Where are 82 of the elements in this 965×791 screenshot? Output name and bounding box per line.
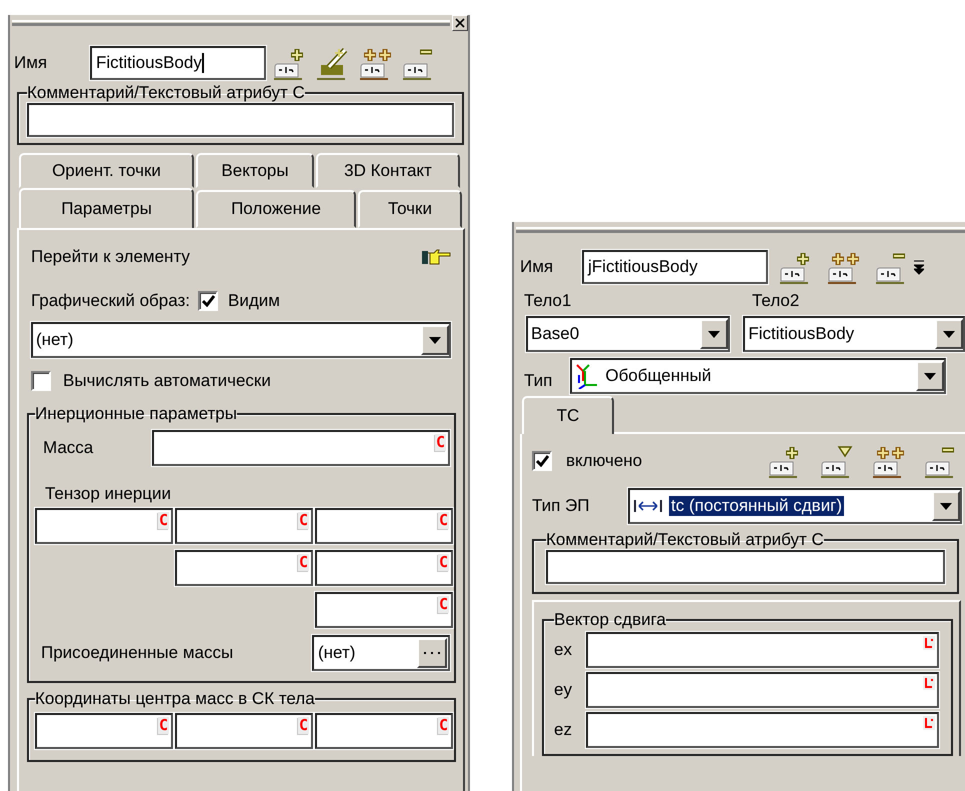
checkbox[interactable]: [198, 291, 218, 311]
marker-icon: [923, 636, 935, 650]
pointing-hand-icon[interactable]: [421, 249, 451, 265]
down-arrow-icon: [819, 445, 855, 479]
marker-icon: [923, 716, 935, 730]
browse-button[interactable]: [417, 638, 447, 668]
field-marker: C: [438, 596, 449, 613]
group-title: Инерционные параметры: [35, 404, 237, 424]
dropdown-button[interactable]: [700, 319, 728, 349]
dropdown[interactable]: FictitiousBody: [743, 316, 965, 352]
double-down-arrow-icon[interactable]: [914, 259, 924, 275]
text-field[interactable]: [586, 632, 939, 668]
tab[interactable]: ТС: [522, 396, 614, 434]
comment-field[interactable]: [27, 103, 454, 137]
mass-label: Масса: [43, 438, 94, 458]
dropdown[interactable]: tc (постоянный сдвиг): [628, 488, 962, 524]
field-marker: C: [434, 434, 446, 451]
name-field[interactable]: FictitiousBody: [90, 46, 266, 80]
caret-icon: [940, 502, 952, 510]
field-marker: C: [438, 512, 449, 529]
caret-icon: [924, 372, 936, 380]
go-to-element-link[interactable]: Перейти к элементу: [31, 247, 190, 267]
double-plus-icon: [358, 47, 394, 81]
name-label: Имя: [520, 257, 554, 277]
dropdown[interactable]: Обобщенный: [570, 358, 946, 394]
field-marker: C: [158, 512, 169, 529]
close-button[interactable]: [452, 15, 468, 31]
double-plus-icon: [826, 251, 862, 285]
comment-field[interactable]: [546, 550, 945, 584]
check-icon: [536, 455, 548, 467]
field-marker: C: [438, 554, 449, 571]
dropdown[interactable]: Base0: [526, 316, 730, 352]
tab[interactable]: Положение: [196, 190, 356, 228]
tab[interactable]: 3D Контакт: [316, 153, 460, 188]
body2-label: Тело2: [752, 291, 800, 311]
checkbox-label: Видим: [228, 291, 280, 311]
tab[interactable]: Векторы: [196, 153, 314, 188]
axis-label: ez: [554, 720, 573, 740]
group-title: Вектор сдвига: [554, 610, 666, 630]
group-title: Комментарий/Текстовый атрибут C: [27, 83, 305, 103]
ellipsis-icon: [423, 651, 441, 655]
field-marker: C: [158, 717, 169, 734]
tab[interactable]: Точки: [358, 190, 462, 228]
checkbox-label: включено: [566, 451, 642, 471]
double-arrow-icon: [633, 499, 663, 513]
type-label: Тип: [524, 371, 552, 391]
dropdown-button[interactable]: [421, 325, 449, 355]
field-marker: C: [438, 717, 449, 734]
dropdown-button[interactable]: [932, 491, 960, 521]
group-title: Комментарий/Текстовый атрибут C: [546, 530, 824, 550]
tab[interactable]: Ориент. точки: [19, 153, 194, 188]
double-plus-icon: [871, 445, 907, 479]
marker-icon: [923, 676, 935, 690]
checkbox[interactable]: [31, 371, 51, 391]
field-marker: C: [298, 554, 309, 571]
attached-masses-label: Присоединенные массы: [41, 643, 234, 663]
checkbox[interactable]: [532, 451, 552, 471]
dropdown-button[interactable]: [916, 361, 944, 391]
caret-icon: [708, 330, 720, 338]
text-field[interactable]: [586, 712, 939, 748]
axis-label: ex: [554, 640, 573, 660]
checkbox-label: Вычислять автоматически: [63, 371, 271, 391]
dropdown-button[interactable]: [935, 319, 963, 349]
attached-masses-field[interactable]: (нет): [312, 635, 450, 671]
tab[interactable]: Параметры: [19, 188, 194, 228]
ep-type-label: Тип ЭП: [532, 496, 590, 516]
field-marker: C: [298, 717, 309, 734]
axes-icon: [575, 363, 600, 389]
graphic-label: Графический образ:: [31, 291, 190, 311]
tensor-label: Тензор инерции: [45, 484, 172, 504]
field-marker: C: [298, 512, 309, 529]
dropdown[interactable]: (нет): [31, 322, 451, 358]
group-title: Координаты центра масс в СК тела: [35, 689, 315, 709]
text-field[interactable]: [586, 672, 939, 708]
body1-label: Тело1: [524, 291, 572, 311]
caret-icon: [429, 336, 441, 344]
name-field[interactable]: jFictitiousBody: [582, 250, 768, 284]
caret-icon: [943, 330, 955, 338]
axis-label: ey: [554, 680, 573, 700]
check-icon: [202, 295, 215, 307]
name-label: Имя: [14, 53, 48, 73]
close-icon: [455, 18, 465, 28]
